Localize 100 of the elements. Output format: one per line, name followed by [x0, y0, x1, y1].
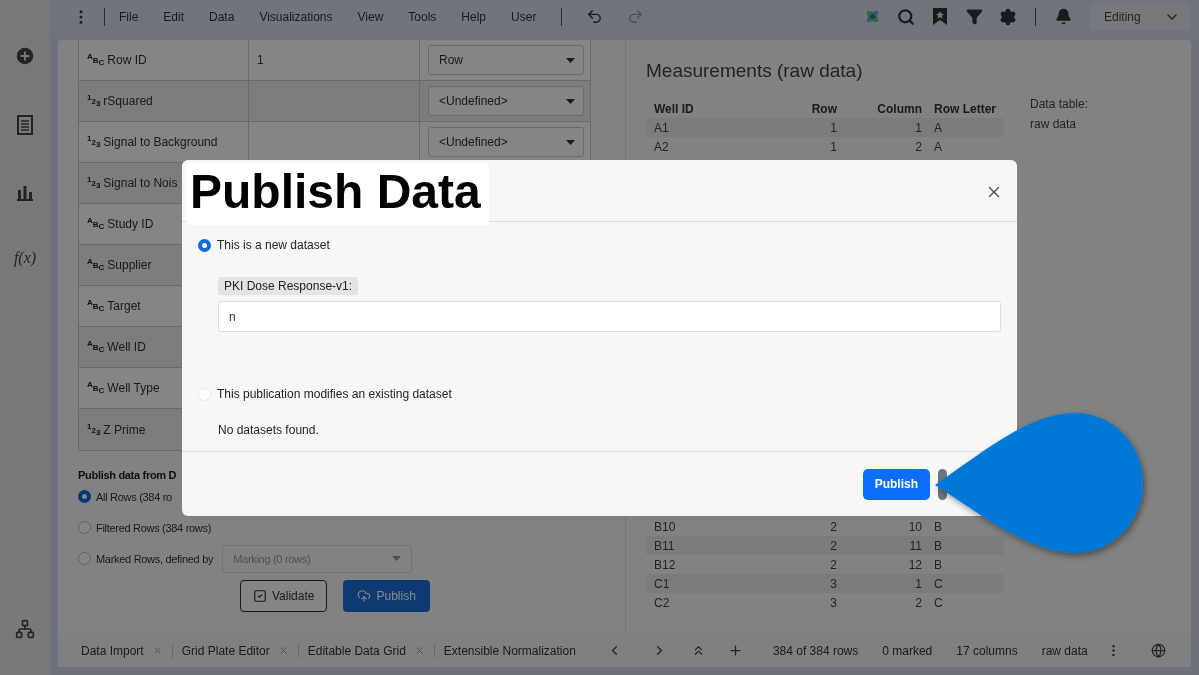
page-tab[interactable]: Editable Data Grid: [307, 643, 406, 658]
table-cell-text: C: [933, 576, 944, 591]
validate-button[interactable]: Validate: [240, 580, 328, 612]
mapping-dropdown[interactable]: <Undefined>: [428, 127, 584, 157]
column-name: Row ID: [107, 53, 147, 67]
status-text: 17 columns: [956, 643, 1018, 658]
menu-item[interactable]: Data: [209, 9, 235, 24]
option-label[interactable]: This is a new dataset: [217, 238, 330, 252]
table-cell-text: 1: [829, 139, 838, 154]
section-label: Publish data from D: [78, 469, 178, 481]
bar-chart-icon[interactable]: [16, 183, 34, 201]
close-icon[interactable]: [413, 645, 425, 656]
bookmark-star-icon[interactable]: [933, 8, 947, 25]
search-icon[interactable]: [897, 7, 915, 26]
table-cell-text: 2: [914, 595, 923, 610]
menu-item[interactable]: Help: [461, 9, 487, 24]
settings-icon[interactable]: [999, 7, 1017, 26]
column-name: Target: [107, 299, 141, 313]
menu-item[interactable]: File: [119, 9, 139, 24]
menu-item[interactable]: Tools: [408, 9, 437, 24]
table-cell-text: B11: [653, 538, 676, 553]
dialog-title: Publish Data: [186, 163, 489, 225]
column-header: Row Letter: [933, 101, 997, 116]
publish-button[interactable]: Publish: [862, 468, 930, 500]
table-cell-text: 1: [914, 120, 923, 135]
table-cell-text: 3: [829, 595, 838, 610]
column-name: Well ID: [107, 340, 146, 354]
column-header: Row: [810, 101, 838, 116]
option-label[interactable]: This publication modifies an existing dataset: [217, 387, 452, 401]
page-tab[interactable]: Data Import: [81, 643, 144, 658]
column-name: rSquared: [103, 94, 153, 108]
cloud-upload-icon: [357, 589, 372, 603]
table-cell-text: A: [933, 120, 943, 135]
table-cell-text: 2: [829, 557, 838, 572]
table-cell-text: A1: [653, 120, 670, 135]
function-label[interactable]: f(x): [13, 249, 37, 267]
table-cell-text: C2: [653, 595, 671, 610]
publish-button[interactable]: Publish: [343, 580, 430, 612]
mapping-dropdown[interactable]: <Undefined>: [428, 86, 584, 116]
table-cell-text: 2: [914, 139, 923, 154]
menu-item[interactable]: User: [511, 9, 537, 24]
side-label: Data table:: [1030, 97, 1089, 111]
bell-icon[interactable]: [1054, 8, 1072, 25]
radio-button[interactable]: [78, 490, 91, 503]
table-cell: 1: [257, 53, 264, 67]
page-tab[interactable]: Extensible Normalization: [443, 643, 576, 658]
field-label: PKI Dose Response-v1:: [218, 277, 359, 295]
table-cell-text: 10: [907, 519, 923, 534]
radio-button[interactable]: [78, 521, 91, 534]
name-input-field[interactable]: n: [218, 301, 1001, 332]
caret-icon: [392, 556, 402, 561]
menu-item[interactable]: Edit: [163, 9, 185, 24]
table-cell-text: C1: [653, 576, 671, 591]
close-icon[interactable]: [151, 645, 163, 656]
menu-item[interactable]: Visualizations: [259, 9, 333, 24]
caret-icon: [566, 98, 575, 104]
table-cell-text: B12: [653, 557, 677, 572]
globe-icon[interactable]: [1150, 643, 1166, 658]
table-cell-text: B: [933, 557, 943, 572]
option-label[interactable]: Marked Rows, defined by: [96, 552, 214, 565]
table-cell-text: 2: [829, 538, 838, 553]
status-text: 384 of 384 rows: [772, 643, 859, 658]
radio-button[interactable]: [198, 238, 211, 252]
checkbox-icon: [253, 589, 267, 603]
column-name: Study ID: [107, 217, 154, 231]
table-cell-text: 1: [829, 120, 838, 135]
option-label[interactable]: All Rows (384 ro: [96, 490, 172, 503]
radio-button[interactable]: [78, 552, 91, 565]
column-name: Signal to Nois: [103, 176, 178, 190]
table-cell-text: A2: [653, 139, 670, 154]
column-name: Well Type: [107, 381, 160, 395]
table-cell-text: C: [933, 595, 944, 610]
table-cell-text: B: [933, 519, 943, 534]
column-name: Z Prime: [103, 422, 146, 437]
empty-message: No datasets found.: [218, 423, 320, 437]
column-name: Signal to Background: [103, 135, 218, 149]
add-icon[interactable]: [727, 643, 743, 658]
mode-dropdown[interactable]: Editing: [1090, 3, 1190, 30]
column-header: Column: [876, 101, 923, 116]
status-text: raw data: [1041, 643, 1088, 658]
option-label[interactable]: Filtered Rows (384 rows): [96, 521, 212, 534]
table-cell-text: 1: [914, 576, 923, 591]
page-tab[interactable]: Grid Plate Editor: [181, 643, 270, 658]
close-icon[interactable]: [277, 645, 289, 656]
mapping-dropdown[interactable]: Row: [428, 45, 584, 75]
caret-icon: [566, 57, 575, 63]
table-cell-text: A: [933, 139, 943, 154]
status-text: 0 marked: [882, 643, 933, 658]
side-value: raw data: [1030, 117, 1078, 131]
hierarchy-icon[interactable]: [15, 619, 35, 639]
undo-icon[interactable]: [586, 8, 604, 25]
table-cell-text: B: [933, 538, 943, 553]
table-cell-text: B10: [653, 519, 677, 534]
add-icon[interactable]: [14, 45, 36, 67]
menu-item[interactable]: View: [357, 9, 384, 24]
column-name: Supplier: [107, 258, 152, 272]
document-icon[interactable]: [17, 115, 33, 135]
table-cell-text: 2: [829, 519, 838, 534]
filter-icon[interactable]: [965, 8, 983, 25]
table-cell-text: 3: [829, 576, 838, 591]
